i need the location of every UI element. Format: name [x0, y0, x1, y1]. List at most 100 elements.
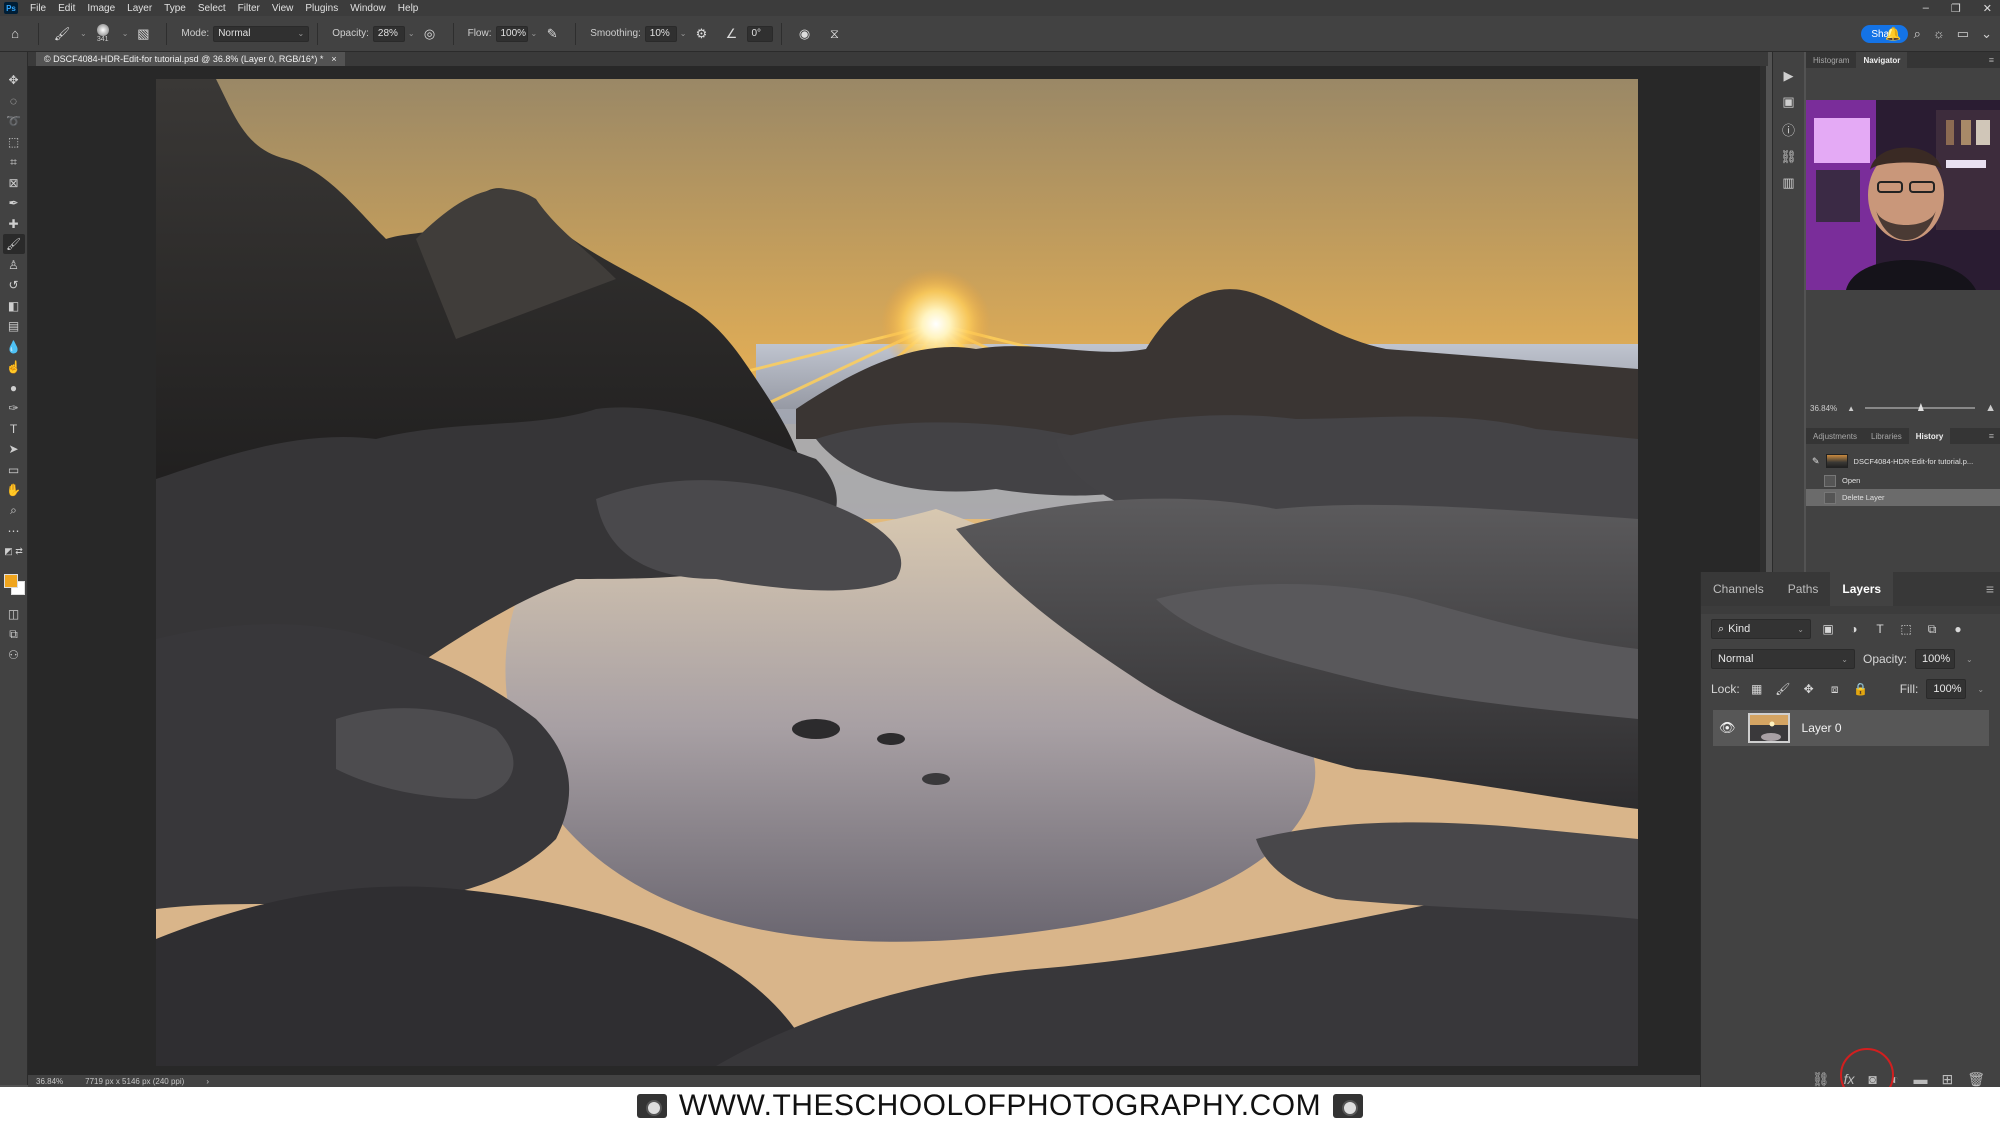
filter-type-icon[interactable]: T: [1871, 622, 1889, 636]
lasso-tool-icon[interactable]: ➰: [3, 111, 25, 131]
brush-tool-icon[interactable]: 🖌: [51, 23, 73, 45]
flow-field[interactable]: 100%: [495, 25, 528, 42]
properties-icon[interactable]: ⛓: [1780, 149, 1797, 165]
marquee-tool-icon[interactable]: ◌: [3, 91, 25, 111]
history-snapshot[interactable]: ✎ DSCF4084-HDR-Edit-for tutorial.p...: [1806, 450, 2000, 472]
menu-layer[interactable]: Layer: [121, 3, 158, 14]
healing-brush-tool-icon[interactable]: ✚: [3, 214, 25, 234]
panel-menu-icon[interactable]: ≡: [1989, 55, 1994, 65]
tab-adjustments[interactable]: Adjustments: [1806, 428, 1864, 444]
foreground-color-swatch[interactable]: [3, 574, 18, 588]
dodge-tool-icon[interactable]: ●: [3, 378, 25, 398]
more-tools-icon[interactable]: ⋯: [3, 521, 25, 541]
notification-bell-icon[interactable]: 🔔: [1885, 26, 1901, 42]
pen-tool-icon[interactable]: ✑: [3, 398, 25, 418]
chevron-down-icon[interactable]: ⌄: [80, 29, 87, 38]
lock-image-pixels-icon[interactable]: 🖌: [1774, 682, 1792, 696]
new-layer-icon[interactable]: ⊞: [1941, 1071, 1953, 1088]
chevron-down-icon[interactable]: ⌄: [1966, 655, 1973, 664]
tab-paths[interactable]: Paths: [1776, 572, 1831, 606]
history-step-selected[interactable]: Delete Layer: [1806, 489, 2000, 506]
filter-shape-icon[interactable]: ⬚: [1897, 622, 1915, 636]
tab-history[interactable]: History: [1908, 428, 1951, 444]
document-image[interactable]: [156, 79, 1638, 1066]
menu-edit[interactable]: Edit: [52, 3, 81, 14]
smoothing-field[interactable]: 10%: [644, 25, 677, 42]
lock-position-icon[interactable]: ✥: [1800, 682, 1818, 696]
chevron-down-icon[interactable]: ⌄: [408, 29, 415, 38]
layer-row[interactable]: 👁 Layer 0: [1713, 710, 1989, 746]
tab-navigator[interactable]: Navigator: [1856, 52, 1908, 68]
filter-toggle-icon[interactable]: ●: [1949, 622, 1967, 636]
panel-menu-icon[interactable]: ≡: [1986, 581, 1994, 597]
frame-tool-icon[interactable]: ⊠: [3, 173, 25, 193]
menu-plugins[interactable]: Plugins: [299, 3, 344, 14]
menu-window[interactable]: Window: [344, 3, 392, 14]
symmetry-icon[interactable]: ⧖: [824, 23, 846, 45]
restore-button[interactable]: ❐: [1951, 2, 1961, 15]
rectangle-tool-icon[interactable]: ▭: [3, 460, 25, 480]
document-tab-close-icon[interactable]: ×: [331, 54, 336, 64]
lock-all-icon[interactable]: 🔒: [1852, 682, 1870, 696]
menu-help[interactable]: Help: [392, 3, 425, 14]
filter-pixel-icon[interactable]: ▣: [1819, 622, 1837, 636]
eyedropper-tool-icon[interactable]: ✒: [3, 193, 25, 213]
navigator-zoom-slider[interactable]: [1865, 403, 1976, 411]
airbrush-icon[interactable]: ✎: [541, 23, 563, 45]
layer-opacity-field[interactable]: 100%: [1915, 649, 1956, 669]
swatches-icon[interactable]: ▥: [1782, 175, 1794, 191]
tab-layers[interactable]: Layers: [1830, 572, 1894, 606]
history-step[interactable]: Open: [1806, 472, 2000, 489]
gradient-tool-icon[interactable]: ▤: [3, 316, 25, 336]
hand-tool-icon[interactable]: ✋: [3, 480, 25, 500]
menu-select[interactable]: Select: [192, 3, 232, 14]
layer-fill-field[interactable]: 100%: [1926, 679, 1967, 699]
menu-filter[interactable]: Filter: [232, 3, 266, 14]
home-icon[interactable]: ⌂: [4, 23, 26, 45]
default-colors-icon[interactable]: ◩ ⇄: [3, 542, 25, 562]
link-layers-icon[interactable]: ⛓: [1812, 1071, 1830, 1088]
status-chevron-icon[interactable]: ›: [206, 1077, 209, 1086]
history-brush-source-icon[interactable]: ✎: [1812, 456, 1820, 467]
blend-mode-select[interactable]: Normal ⌄: [1711, 649, 1855, 669]
lock-transparent-pixels-icon[interactable]: ▦: [1748, 682, 1766, 696]
smudge-tool-icon[interactable]: ☝: [3, 357, 25, 377]
search-icon[interactable]: ⌕: [1914, 26, 1921, 42]
tab-libraries[interactable]: Libraries: [1864, 428, 1909, 444]
workspace-icon[interactable]: ▭: [1957, 26, 1969, 42]
path-selection-tool-icon[interactable]: ➤: [3, 439, 25, 459]
chevron-down-icon[interactable]: ⌄: [1977, 685, 1984, 694]
eraser-tool-icon[interactable]: ◧: [3, 296, 25, 316]
zoom-tool-icon[interactable]: ⌕: [3, 501, 25, 521]
menu-image[interactable]: Image: [81, 3, 121, 14]
info-icon[interactable]: ⓘ: [1782, 120, 1795, 139]
document-tab[interactable]: © DSCF4084-HDR-Edit-for tutorial.psd @ 3…: [36, 52, 345, 66]
menu-file[interactable]: File: [24, 3, 52, 14]
opacity-field[interactable]: 28%: [372, 25, 405, 42]
mode-select[interactable]: Normal ⌄: [213, 25, 310, 42]
generative-icon[interactable]: ⚇: [3, 645, 25, 665]
zoom-out-icon[interactable]: ▲: [1847, 404, 1855, 413]
image-panel-icon[interactable]: ▣: [1782, 94, 1794, 110]
eye-visibility-icon[interactable]: 👁: [1719, 720, 1736, 736]
status-zoom[interactable]: 36.84%: [36, 1077, 63, 1086]
navigator-zoom-value[interactable]: 36.84%: [1810, 404, 1837, 413]
discover-lightbulb-icon[interactable]: ☼: [1933, 26, 1945, 42]
chevron-down-icon[interactable]: ⌄: [122, 29, 129, 38]
quick-mask-icon[interactable]: ◫: [3, 604, 25, 624]
brush-tool-icon[interactable]: 🖌: [2, 234, 25, 254]
lock-artboard-icon[interactable]: ⧈: [1826, 682, 1844, 697]
clone-stamp-tool-icon[interactable]: ♙: [3, 255, 25, 275]
close-button[interactable]: ✕: [1983, 2, 1992, 15]
zoom-in-icon[interactable]: ▲: [1985, 402, 1996, 414]
filter-adjustment-icon[interactable]: ◑: [1845, 622, 1863, 636]
tab-histogram[interactable]: Histogram: [1806, 52, 1856, 68]
blur-tool-icon[interactable]: 💧: [3, 337, 25, 357]
pressure-opacity-icon[interactable]: ◎: [419, 23, 441, 45]
navigator-zoom-slider-thumb[interactable]: [1917, 403, 1924, 411]
angle-field[interactable]: 0°: [746, 25, 773, 42]
screen-mode-icon[interactable]: ⧉: [3, 625, 25, 645]
brush-preset-picker[interactable]: 341: [96, 24, 109, 43]
delete-layer-trash-icon[interactable]: 🗑: [1967, 1071, 1985, 1088]
play-actions-icon[interactable]: ▶: [1784, 68, 1794, 84]
